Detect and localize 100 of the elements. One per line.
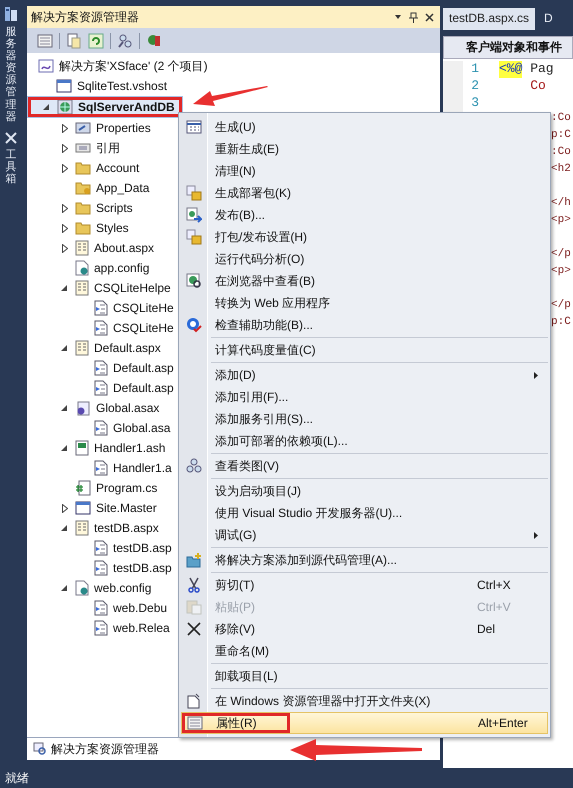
collapsed-icon[interactable]: [62, 124, 68, 132]
tree-item[interactable]: About.aspx: [27, 238, 154, 258]
menu-item[interactable]: 重新生成(E): [181, 138, 548, 160]
document-icon: [187, 693, 201, 709]
expanded-icon[interactable]: [61, 524, 68, 532]
expanded-icon[interactable]: [61, 344, 68, 352]
menu-item[interactable]: 在 Windows 资源管理器中打开文件夹(X): [181, 690, 548, 712]
side-tab[interactable]: 工具箱: [6, 148, 16, 186]
tree-item[interactable]: testDB.asp: [27, 538, 172, 558]
menu-item[interactable]: 清理(N): [181, 160, 548, 182]
close-icon[interactable]: [425, 12, 434, 22]
expanded-icon[interactable]: [43, 104, 50, 110]
tree-item[interactable]: 引用: [27, 138, 120, 158]
scissors-icon: [187, 577, 201, 593]
code-text: </p: [551, 299, 572, 313]
tree-item[interactable]: testDB.asp: [27, 558, 172, 578]
tree-item[interactable]: SqlServerAndDB: [27, 96, 183, 118]
properties-icon[interactable]: [37, 32, 53, 48]
tree-item[interactable]: Handler1.ash: [27, 438, 166, 458]
menu-item[interactable]: 调试(G): [181, 524, 548, 546]
class-view-icon[interactable]: [146, 32, 162, 48]
menu-item[interactable]: 生成部署包(K): [181, 182, 548, 204]
menu-item[interactable]: 查看类图(V): [181, 455, 548, 477]
code-file-icon: [94, 380, 108, 396]
menu-item[interactable]: 转换为 Web 应用程序: [181, 292, 548, 314]
expanded-icon[interactable]: [61, 284, 68, 292]
object-dropdown[interactable]: 客户端对象和事件: [443, 36, 573, 59]
menu-item[interactable]: 添加引用(F)...: [181, 386, 548, 408]
tree-item[interactable]: Default.aspx: [27, 338, 161, 358]
menu-item[interactable]: 在浏览器中查看(B): [181, 270, 548, 292]
check-icon: [186, 317, 202, 333]
collapsed-icon[interactable]: [62, 224, 68, 232]
tree-item[interactable]: Default.asp: [27, 378, 174, 398]
expanded-icon[interactable]: [61, 584, 68, 592]
code-text: </h: [551, 197, 572, 211]
tree-item[interactable]: testDB.aspx: [27, 518, 159, 538]
collapsed-icon[interactable]: [62, 164, 68, 172]
menu-item[interactable]: 添加服务引用(S)...: [181, 408, 548, 430]
collapsed-icon[interactable]: [62, 144, 68, 152]
dropdown-icon[interactable]: [394, 13, 402, 21]
menu-item[interactable]: 设为启动项目(J): [181, 480, 548, 502]
references-icon: [75, 141, 91, 155]
tree-item[interactable]: CSQLiteHe: [27, 298, 174, 318]
menu-item[interactable]: 生成(U): [181, 116, 548, 138]
expanded-icon[interactable]: [61, 444, 68, 452]
menu-item[interactable]: 使用 Visual Studio 开发服务器(U)...: [181, 502, 548, 524]
menu-item[interactable]: 打包/发布设置(H): [181, 226, 548, 248]
tree-item[interactable]: app.config: [27, 258, 150, 278]
solution-icon: [38, 58, 54, 74]
refresh-icon[interactable]: [88, 32, 104, 48]
tree-item[interactable]: web.Relea: [27, 618, 170, 638]
csharp-file-icon: [75, 480, 91, 496]
tree-item[interactable]: App_Data: [27, 178, 150, 198]
menu-item[interactable]: 运行代码分析(O): [181, 248, 548, 270]
page-icon: [75, 520, 89, 536]
tree-item[interactable]: CSQLiteHe: [27, 318, 174, 338]
tree-item[interactable]: Site.Master: [27, 498, 157, 518]
menu-item[interactable]: 移除(V) Del: [181, 618, 548, 640]
collapsed-icon[interactable]: [62, 204, 68, 212]
menu-item[interactable]: 属性(R) Alt+Enter: [181, 712, 548, 734]
menu-item[interactable]: 将解决方案添加到源代码管理(A)...: [181, 549, 548, 571]
menu-item[interactable]: 卸载项目(L): [181, 665, 548, 687]
menu-item[interactable]: 检查辅助功能(B)...: [181, 314, 548, 336]
tree-item[interactable]: Default.asp: [27, 358, 174, 378]
document-tab[interactable]: D: [538, 8, 559, 30]
menu-item[interactable]: 添加(D): [181, 364, 548, 386]
tree-item[interactable]: SqliteTest.vshost: [27, 76, 168, 96]
menu-item[interactable]: 添加可部署的依赖项(L)...: [181, 430, 548, 452]
browser-icon: [186, 273, 202, 289]
window-icon: [75, 501, 91, 515]
status-text: 就绪: [5, 770, 29, 786]
panel-title: 解决方案资源管理器: [31, 8, 139, 26]
side-tab[interactable]: 服务器资源管理器: [6, 26, 16, 123]
menu-item[interactable]: 剪切(T) Ctrl+X: [181, 574, 548, 596]
page-icon: [75, 240, 89, 256]
tree-item[interactable]: Global.asa: [27, 418, 170, 438]
page-icon: [75, 340, 89, 356]
show-files-icon[interactable]: [66, 32, 82, 48]
document-tab[interactable]: testDB.aspx.cs: [443, 8, 536, 30]
tree-item[interactable]: Scripts: [27, 198, 133, 218]
tree-item[interactable]: Global.asax: [27, 398, 160, 418]
menu-item[interactable]: 重命名(M): [181, 640, 548, 662]
menu-item[interactable]: 发布(B)...: [181, 204, 548, 226]
tree-item[interactable]: 解决方案'XSface' (2 个项目): [27, 56, 208, 76]
expanded-icon[interactable]: [61, 404, 68, 412]
tree-item[interactable]: Properties: [27, 118, 151, 138]
code-text: p:C: [551, 316, 572, 330]
collapsed-icon[interactable]: [62, 244, 68, 252]
tree-item[interactable]: web.Debu: [27, 598, 168, 618]
pin-icon[interactable]: [409, 12, 418, 22]
tree-item[interactable]: Account: [27, 158, 140, 178]
tree-item[interactable]: Styles: [27, 218, 129, 238]
tree-item[interactable]: Handler1.a: [27, 458, 172, 478]
tree-item[interactable]: Program.cs: [27, 478, 158, 498]
collapsed-icon[interactable]: [62, 504, 68, 512]
tree-item[interactable]: CSQLiteHelpe: [27, 278, 171, 298]
code-file-icon: [94, 360, 108, 376]
tree-item[interactable]: web.config: [27, 578, 152, 598]
folder-icon: [75, 221, 91, 235]
menu-item[interactable]: 计算代码度量值(C): [181, 339, 548, 361]
